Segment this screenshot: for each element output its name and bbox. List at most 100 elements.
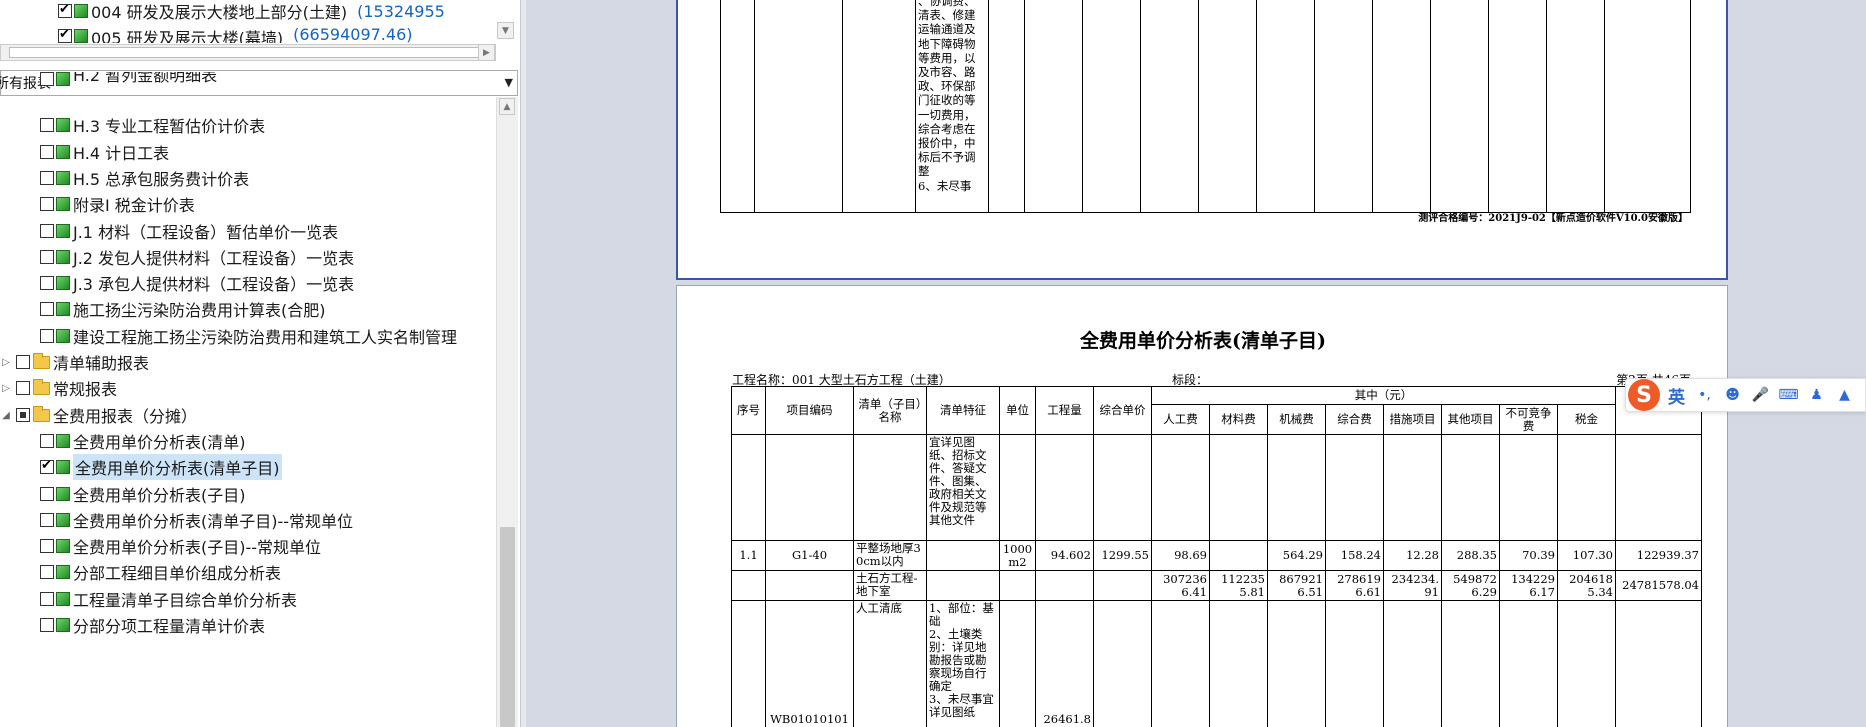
- tree-item-label: 分部分项工程量清单计价表: [73, 617, 266, 636]
- scroll-right-button[interactable]: ▶: [478, 44, 495, 61]
- tree-report-item[interactable]: 全费用单价分析表(清单子目)--常规单位: [40, 507, 353, 533]
- cell-composite: 1.96: [1325, 600, 1384, 727]
- tree-report-item[interactable]: 全费用单价分析表(清单子目): [40, 454, 282, 480]
- cell-feature: 宜详见图纸、招标文件、答疑文件、图集、政府相关文件及规范等其他文件: [926, 434, 1000, 541]
- tree-report-item[interactable]: J.2 发包人提供材料（工程设备）一览表: [40, 244, 354, 270]
- cell-feature: 1、部位：基础 2、土壤类别：详见地勘报告或勘察现场自行确定 3、未尽事宜详见图…: [926, 600, 1000, 727]
- tree-report-item[interactable]: 全费用单价分析表(子目)--常规单位: [40, 533, 321, 559]
- checkbox[interactable]: [16, 408, 30, 422]
- cell-other: 288.35: [1441, 540, 1500, 571]
- feature-cell: 、协调费、清表、修建运输通道及地下障碍物等费用，以及市容、路政、环保部门征收的等…: [915, 0, 989, 213]
- tree-report-item[interactable]: 建设工程施工扬尘污染防治费用和建筑工人实名制管理: [40, 323, 457, 349]
- tree-item-label: 工程量清单子目综合单价分析表: [73, 591, 298, 610]
- folder-icon: [33, 378, 50, 395]
- unit-price-table: 序号 项目编码 清单（子目）名称 清单特征 单位 工程量 综合单价 其中（元） …: [731, 386, 1702, 727]
- scroll-thumb[interactable]: [500, 527, 515, 727]
- expand-down-icon[interactable]: ◢: [0, 410, 12, 421]
- tree-item-label: 全费用单价分析表(清单子目)--常规单位: [73, 512, 354, 531]
- cell-name: 人工清底: [853, 600, 927, 727]
- user-icon[interactable]: ♟: [1808, 387, 1825, 404]
- checkbox[interactable]: [40, 171, 54, 185]
- scroll-up-button[interactable]: ▲: [499, 98, 515, 115]
- tree-report-item[interactable]: J.3 承包人提供材料（工程设备）一览表: [40, 270, 354, 296]
- checkbox[interactable]: [40, 224, 54, 238]
- tree-report-item[interactable]: H.4 计日工表: [40, 139, 169, 165]
- tree-folder[interactable]: ▷ 常规报表: [0, 375, 117, 401]
- cell-labor: 8.97: [1151, 600, 1210, 727]
- checkbox[interactable]: [40, 250, 54, 264]
- cell-total: 122939.37: [1615, 540, 1702, 571]
- tree-report-item[interactable]: 全费用单价分析表(子目): [40, 481, 246, 507]
- checkbox[interactable]: [58, 27, 72, 43]
- report-icon: [56, 118, 70, 132]
- punctuation-icon[interactable]: •,: [1696, 387, 1713, 404]
- tree-item-label: 全费用单价分析表(子目)--常规单位: [73, 538, 322, 557]
- checkbox[interactable]: [58, 2, 72, 18]
- report-footer: 测评合格编号：2021J9-02【新点造价软件V10.0安徽版】: [1418, 213, 1688, 224]
- checkbox[interactable]: [40, 329, 54, 343]
- keyboard-icon[interactable]: ⌨: [1778, 387, 1798, 404]
- project-item-005[interactable]: 005 研发及展示大楼(幕墙) (66594097.46): [58, 25, 413, 43]
- checkbox[interactable]: [40, 72, 54, 86]
- project-item-004[interactable]: 004 研发及展示大楼地上部分(土建) (15324955: [58, 0, 445, 24]
- scroll-thumb[interactable]: [9, 47, 487, 58]
- tree-folder[interactable]: ▷ 清单辅助报表: [0, 349, 149, 375]
- checkbox[interactable]: [40, 565, 54, 579]
- ime-language-toggle[interactable]: 英: [1668, 383, 1685, 408]
- vertical-scrollbar[interactable]: ▲: [496, 97, 518, 727]
- checkbox[interactable]: [40, 276, 54, 290]
- col-header-composite: 综合费: [1325, 404, 1384, 435]
- report-icon: [56, 250, 70, 264]
- horizontal-scrollbar[interactable]: [0, 44, 496, 61]
- cell-machine: [1267, 600, 1326, 727]
- skin-icon[interactable]: ▲: [1836, 387, 1853, 404]
- cell-total: 24781578.04: [1615, 570, 1702, 601]
- tree-item-label: 全费用单价分析表(清单): [73, 433, 246, 452]
- cell-material: [1209, 434, 1268, 541]
- tree-report-item[interactable]: 分部分项工程量清单计价表: [40, 612, 265, 638]
- checkbox[interactable]: [16, 381, 30, 395]
- report-preview[interactable]: 、协调费、清表、修建运输通道及地下障碍物等费用，以及市容、路政、环保部门征收的等…: [526, 0, 1866, 727]
- cell-seq: 2: [731, 600, 766, 727]
- checkbox[interactable]: [40, 487, 54, 501]
- report-icon: [56, 592, 70, 606]
- checkbox[interactable]: [40, 434, 54, 448]
- tree-report-item[interactable]: H.3 专业工程暂估价计价表: [40, 112, 265, 138]
- sogou-logo-icon[interactable]: S: [1628, 379, 1660, 411]
- checkbox[interactable]: [40, 302, 54, 316]
- emoji-icon[interactable]: ☻: [1724, 387, 1741, 404]
- checkbox[interactable]: [40, 458, 54, 474]
- tree-report-item[interactable]: 工程量清单子目综合单价分析表: [40, 586, 297, 612]
- microphone-icon[interactable]: 🎤: [1752, 387, 1769, 404]
- checkbox[interactable]: [40, 539, 54, 553]
- tree-report-item[interactable]: 施工扬尘污染防治费用计算表(合肥): [40, 296, 326, 322]
- col-header-other: 其他项目: [1441, 404, 1500, 435]
- scroll-down-button[interactable]: ▼: [497, 22, 514, 39]
- expand-right-icon[interactable]: ▷: [0, 383, 12, 394]
- tree-report-item[interactable]: H.2 暂列金额明细表: [40, 72, 217, 86]
- tree-report-item[interactable]: J.1 材料（工程设备）暂估单价一览表: [40, 218, 338, 244]
- checkbox[interactable]: [40, 513, 54, 527]
- ime-toolbar[interactable]: S 英 •, ☻ 🎤 ⌨ ♟ ▲: [1625, 378, 1866, 412]
- cell-unit: m2: [999, 600, 1036, 727]
- tree-report-item[interactable]: 附录I 税金计价表: [40, 191, 195, 217]
- tree-report-item[interactable]: 分部工程细目单价组成分析表: [40, 559, 281, 585]
- tree-report-item[interactable]: 全费用单价分析表(清单): [40, 428, 246, 454]
- checkbox[interactable]: [40, 592, 54, 606]
- checkbox[interactable]: [40, 618, 54, 632]
- cell-seq: 1.1: [731, 540, 766, 571]
- report-icon: [74, 29, 88, 43]
- checkbox[interactable]: [40, 145, 54, 159]
- tree-folder[interactable]: ◢ 全费用报表（分摊）: [0, 402, 197, 428]
- expand-right-icon[interactable]: ▷: [0, 357, 12, 368]
- checkbox[interactable]: [16, 355, 30, 369]
- tree-report-item[interactable]: H.5 总承包服务费计价表: [40, 165, 249, 191]
- report-icon: [56, 434, 70, 448]
- tree-item-label: 施工扬尘污染防治费用计算表(合肥): [73, 301, 326, 320]
- cell-labor: [1151, 434, 1210, 541]
- report-tree-panel: 004 研发及展示大楼地上部分(土建) (15324955 005 研发及展示大…: [0, 0, 520, 727]
- checkbox[interactable]: [40, 197, 54, 211]
- tree-item-label: 附录I 税金计价表: [73, 196, 195, 215]
- checkbox[interactable]: [40, 118, 54, 132]
- cell-unit: [999, 434, 1036, 541]
